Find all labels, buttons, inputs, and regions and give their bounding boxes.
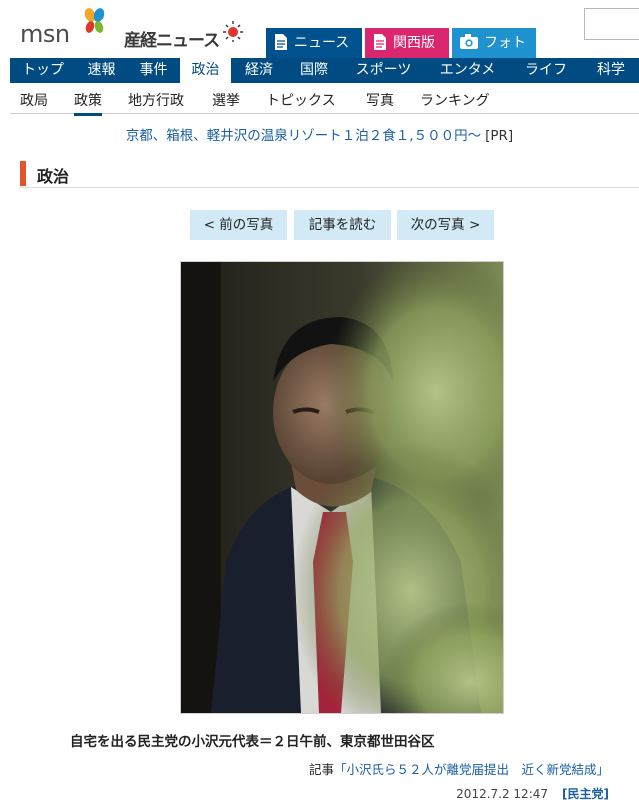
nav-item-international[interactable]: 国際	[287, 58, 341, 83]
subnav-item-photos[interactable]: 写真	[366, 90, 394, 110]
news-photo[interactable]	[180, 261, 504, 714]
subnav-item-ranking[interactable]: ランキング	[420, 90, 490, 110]
tab-photo-label: フォト	[484, 35, 526, 51]
search-input[interactable]	[584, 8, 639, 40]
site-header: msn 産経ニュース ニュース 関西版 フォト	[0, 0, 639, 58]
subnav-item-politics-situation[interactable]: 政局	[20, 90, 48, 110]
tab-kansai[interactable]: 関西版	[365, 28, 449, 58]
photo-caption: 自宅を出る民主党の小沢元代表＝２日午前、東京都世田谷区	[70, 734, 435, 750]
nav-item-breaking[interactable]: 速報	[76, 58, 127, 83]
read-article-button[interactable]: 記事を読む	[294, 210, 391, 240]
sub-nav: 政局 政策 地方行政 選挙 トピックス 写真 ランキング	[10, 84, 639, 116]
subnav-item-topics[interactable]: トピックス	[266, 90, 336, 110]
article-link[interactable]: 「小沢氏ら５２人が離党届提出 近く新党結成」	[334, 762, 609, 777]
nav-item-politics[interactable]: 政治	[180, 58, 231, 83]
msn-logo[interactable]: msn	[20, 20, 70, 48]
tab-kansai-label: 関西版	[393, 35, 435, 51]
tab-photo[interactable]: フォト	[452, 28, 536, 58]
nav-item-incidents[interactable]: 事件	[127, 58, 180, 83]
nav-item-sports[interactable]: スポーツ	[341, 58, 426, 83]
document-icon	[374, 34, 386, 50]
camera-icon	[460, 34, 478, 49]
sankei-sun-icon	[223, 21, 243, 42]
pr-ad-link[interactable]: 京都、箱根、軽井沢の温泉リゾート１泊２食１,５００円～	[126, 128, 481, 144]
next-photo-button[interactable]: 次の写真 >	[397, 210, 494, 240]
pr-ad: 京都、箱根、軽井沢の温泉リゾート１泊２食１,５００円～ [PR]	[0, 124, 639, 144]
section-heading: 政治	[20, 160, 639, 188]
nav-item-science[interactable]: 科学	[583, 58, 639, 83]
article-prefix: 記事	[308, 762, 334, 777]
related-article: 記事「小沢氏ら５２人が離党届提出 近く新党結成」	[309, 759, 609, 778]
prev-photo-button[interactable]: < 前の写真	[190, 210, 287, 240]
category-tag-link[interactable]: [民主党]	[562, 787, 609, 801]
main-nav: トップ 速報 事件 政治 経済 国際 スポーツ エンタメ ライフ 科学	[10, 58, 639, 83]
section-accent-bar	[20, 161, 26, 186]
subnav-item-local-government[interactable]: 地方行政	[128, 90, 184, 110]
tab-news-label: ニュース	[294, 35, 350, 51]
photo-meta: 2012.7.2 12:47 [民主党]	[456, 785, 609, 802]
nav-item-life[interactable]: ライフ	[509, 58, 583, 83]
pr-label: [PR]	[485, 128, 514, 144]
subnav-item-elections[interactable]: 選挙	[212, 90, 240, 110]
sankei-news-logo[interactable]: 産経ニュース	[124, 26, 220, 51]
tab-news[interactable]: ニュース	[266, 28, 362, 58]
subnav-item-policy[interactable]: 政策	[74, 90, 102, 116]
document-icon	[275, 34, 287, 50]
section-title: 政治	[37, 167, 70, 186]
msn-butterfly-icon	[84, 8, 105, 33]
nav-item-top[interactable]: トップ	[10, 58, 76, 83]
photo-image	[181, 262, 503, 713]
photo-date: 2012.7.2 12:47	[456, 787, 549, 801]
nav-item-entertainment[interactable]: エンタメ	[426, 58, 509, 83]
nav-item-economy[interactable]: 経済	[231, 58, 287, 83]
